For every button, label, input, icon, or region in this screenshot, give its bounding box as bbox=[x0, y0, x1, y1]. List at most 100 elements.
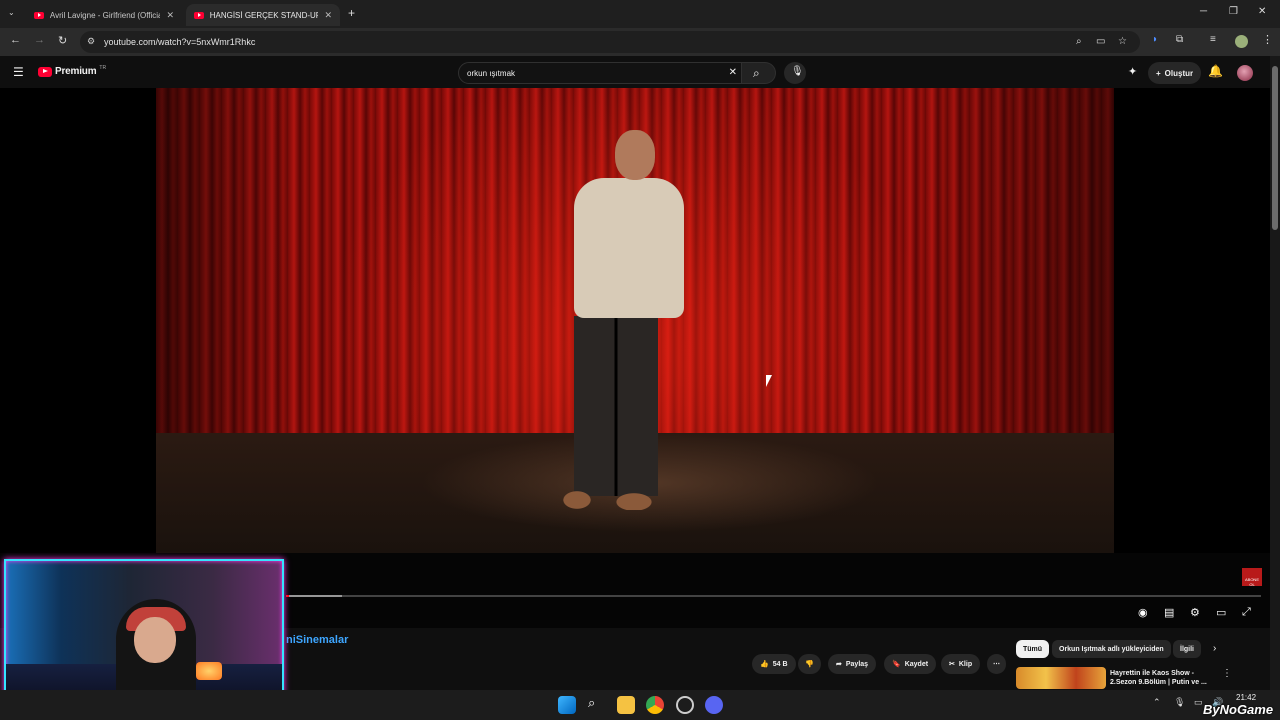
streamer-watermark: ByNoGame bbox=[1203, 702, 1274, 717]
profile-avatar[interactable] bbox=[1235, 35, 1248, 48]
file-explorer-icon[interactable] bbox=[617, 696, 635, 714]
close-tab-icon[interactable]: ✕ bbox=[166, 10, 174, 21]
tray-overflow-icon[interactable]: ⌃ bbox=[1153, 697, 1161, 708]
search-icon: ⌕ bbox=[753, 66, 760, 80]
youtube-play-icon bbox=[38, 66, 52, 77]
buffered-bar bbox=[286, 595, 342, 597]
chrome-icon[interactable] bbox=[646, 696, 664, 714]
save-label: Kaydet bbox=[904, 660, 929, 668]
clip-label: Klip bbox=[958, 660, 973, 668]
scrollbar-thumb[interactable] bbox=[1272, 66, 1278, 230]
autoplay-toggle-icon[interactable]: ◉ bbox=[1138, 606, 1148, 619]
share-button[interactable]: ➦ Paylaş bbox=[828, 654, 877, 674]
settings-gear-icon[interactable]: ⚙ bbox=[1190, 606, 1200, 619]
tab-standup[interactable]: HANGİSİ GERÇEK STAND-UP K ✕ bbox=[186, 4, 340, 26]
browser-menu-icon[interactable]: ⋮ bbox=[1262, 33, 1273, 46]
more-actions-button[interactable]: ⋯ bbox=[987, 654, 1006, 674]
youtube-favicon-icon bbox=[34, 11, 44, 19]
search-input[interactable]: orkun ışıtmak ✕ bbox=[458, 62, 742, 84]
like-count: 54 B bbox=[772, 660, 788, 668]
recommendation-menu-icon[interactable]: ⋮ bbox=[1222, 668, 1232, 679]
extension-icon[interactable]: ◗ bbox=[1152, 34, 1158, 45]
media-control-icon[interactable]: ≡ bbox=[1210, 34, 1216, 45]
share-label: Paylaş bbox=[845, 660, 869, 668]
dislike-button[interactable]: 👎 bbox=[798, 654, 821, 674]
create-button[interactable]: + Oluştur bbox=[1148, 62, 1202, 84]
browser-tab-strip: ⌄ Avril Lavigne - Girlfriend (Official ✕… bbox=[0, 0, 1280, 28]
recommendation-title[interactable]: Hayrettin ile Kaos Show - 2.Sezon 9.Bölü… bbox=[1110, 669, 1210, 687]
account-avatar[interactable] bbox=[1237, 65, 1253, 81]
clip-button[interactable]: ✂ Klip bbox=[941, 654, 981, 674]
taskbar-clock[interactable]: 21:42 bbox=[1236, 693, 1256, 702]
more-dots-icon: ⋯ bbox=[993, 661, 1000, 668]
scissors-icon: ✂ bbox=[949, 661, 955, 668]
tab-title: Avril Lavigne - Girlfriend (Official bbox=[49, 10, 161, 20]
forward-button[interactable]: → bbox=[34, 34, 45, 46]
comedian-head bbox=[615, 130, 655, 180]
obs-icon[interactable] bbox=[676, 696, 694, 714]
bookmark-icon: 🔖 bbox=[892, 661, 901, 668]
address-bar[interactable]: ⚙ youtube.com/watch?v=5nxWmr1Rhkc ⌕ ▭ ☆ bbox=[80, 31, 1140, 53]
played-bar bbox=[286, 595, 289, 597]
windows-start-icon[interactable] bbox=[558, 696, 576, 714]
chips-next-icon[interactable]: › bbox=[1213, 643, 1216, 654]
logo-region: TR bbox=[99, 64, 107, 71]
mouse-cursor-icon bbox=[766, 375, 772, 387]
thumbs-up-icon: 👍 bbox=[760, 661, 769, 668]
close-window-button[interactable]: ✕ bbox=[1258, 6, 1266, 17]
save-button[interactable]: 🔖 Kaydet bbox=[884, 654, 937, 674]
thumbs-down-icon: 👎 bbox=[805, 661, 814, 668]
close-tab-icon[interactable]: ✕ bbox=[324, 10, 332, 21]
recommendation-thumbnail[interactable] bbox=[1016, 667, 1106, 689]
zoom-icon[interactable]: ⌕ bbox=[1076, 36, 1082, 47]
taskbar-search-icon[interactable]: ⌕ bbox=[588, 695, 595, 711]
youtube-favicon-icon bbox=[194, 11, 204, 19]
back-button[interactable]: ← bbox=[10, 34, 21, 46]
comedian-shoes bbox=[562, 490, 658, 510]
fullscreen-icon[interactable]: ⤢ bbox=[1242, 606, 1251, 619]
minimize-button[interactable]: ─ bbox=[1200, 6, 1207, 17]
tab-title: HANGİSİ GERÇEK STAND-UP K bbox=[209, 10, 319, 20]
theater-mode-icon[interactable]: ▭ bbox=[1216, 606, 1226, 619]
chip-related[interactable]: İlgili bbox=[1173, 640, 1201, 658]
subtitles-icon[interactable]: ▤ bbox=[1164, 606, 1174, 619]
plus-icon: + bbox=[1156, 68, 1161, 78]
youtube-logo[interactable]: Premium TR bbox=[38, 64, 107, 77]
cast-icon[interactable]: ▭ bbox=[1096, 36, 1105, 47]
like-button[interactable]: 👍 54 B bbox=[752, 654, 796, 674]
tray-network-icon[interactable]: ▭ bbox=[1194, 697, 1203, 708]
tray-mic-icon[interactable]: 🎙 bbox=[1174, 697, 1185, 708]
tab-search-icon[interactable]: ⌄ bbox=[8, 8, 15, 17]
create-label: Oluştur bbox=[1164, 68, 1194, 78]
notifications-bell-icon[interactable]: 🔔 bbox=[1208, 64, 1223, 78]
ai-sparkle-icon[interactable]: ✦ bbox=[1128, 65, 1137, 78]
restore-button[interactable]: ❐ bbox=[1229, 6, 1238, 17]
tab-avril-lavigne[interactable]: Avril Lavigne - Girlfriend (Official ✕ bbox=[26, 4, 182, 26]
share-arrow-icon: ➦ bbox=[836, 661, 842, 668]
video-player[interactable]: ABONE OL ◉ ▤ ⚙ ▭ ⤢ bbox=[0, 88, 1270, 628]
search-query: orkun ışıtmak bbox=[467, 69, 516, 78]
progress-bar[interactable] bbox=[286, 595, 1261, 597]
channel-name[interactable]: niSinemalar bbox=[286, 634, 348, 646]
new-tab-button[interactable]: + bbox=[348, 6, 355, 20]
clear-search-icon[interactable]: ✕ bbox=[729, 67, 737, 78]
bookmark-star-icon[interactable]: ☆ bbox=[1118, 36, 1127, 47]
subscribe-watermark-badge[interactable]: ABONE OL bbox=[1242, 568, 1262, 587]
comedian-sweater bbox=[574, 178, 684, 318]
youtube-header: ☰ Premium TR orkun ışıtmak ✕ ⌕ 🎙 ✦ + Olu… bbox=[0, 56, 1270, 89]
logo-text: Premium bbox=[55, 66, 97, 77]
windows-taskbar bbox=[0, 690, 1280, 720]
hamburger-menu-icon[interactable]: ☰ bbox=[13, 65, 24, 79]
microphone-icon: 🎙 bbox=[791, 66, 804, 77]
chip-from-uploader[interactable]: Orkun Işıtmak adlı yükleyiciden bbox=[1052, 640, 1171, 658]
browser-toolbar: ← → ↻ ⚙ youtube.com/watch?v=5nxWmr1Rhkc … bbox=[0, 28, 1280, 56]
chip-all[interactable]: Tümü bbox=[1016, 640, 1050, 658]
search-button[interactable]: ⌕ bbox=[742, 62, 776, 84]
url-text: youtube.com/watch?v=5nxWmr1Rhkc bbox=[104, 37, 256, 47]
extensions-puzzle-icon[interactable]: ⧉ bbox=[1176, 34, 1183, 45]
comedian-legs bbox=[574, 316, 658, 496]
site-info-icon[interactable]: ⚙ bbox=[87, 36, 95, 47]
discord-icon[interactable] bbox=[705, 696, 723, 714]
reload-button[interactable]: ↻ bbox=[58, 34, 67, 47]
voice-search-button[interactable]: 🎙 bbox=[784, 62, 806, 84]
